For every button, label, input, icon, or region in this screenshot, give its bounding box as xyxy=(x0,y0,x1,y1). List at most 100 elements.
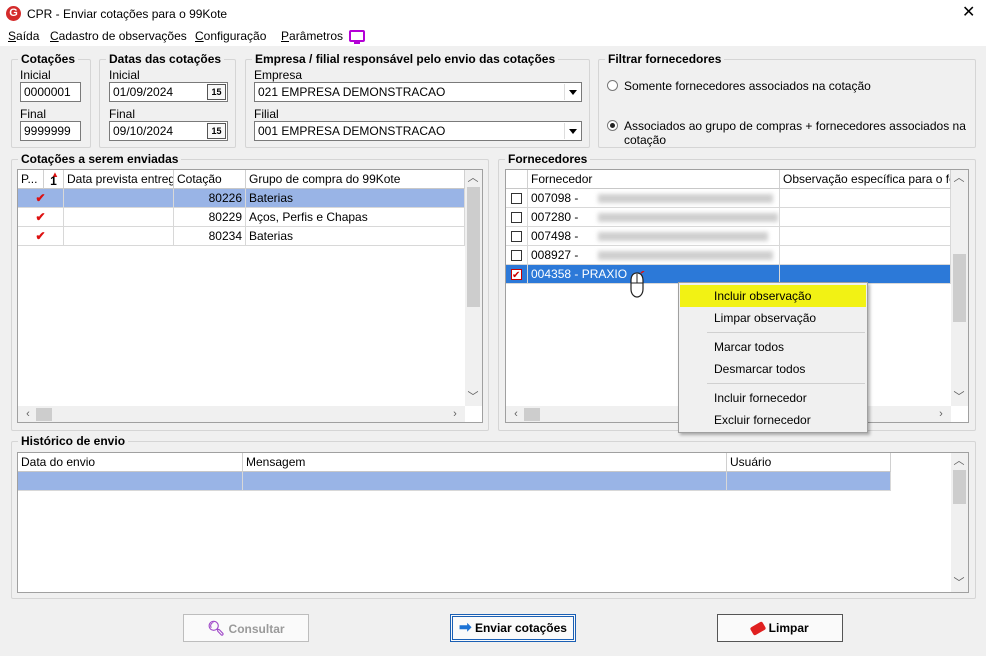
table-row[interactable]: 007280 - xyxy=(506,208,951,227)
blurred-name xyxy=(598,232,768,241)
close-icon[interactable]: ✕ xyxy=(962,4,975,22)
fornecedor-code: 004358 - xyxy=(531,267,579,281)
col-header-data-prevista[interactable]: Data prevista entrega xyxy=(64,170,174,189)
scroll-thumb[interactable] xyxy=(467,187,480,307)
ctx-limpar-observacao[interactable]: Limpar observação xyxy=(680,307,866,329)
col-header-observacao[interactable]: Observação específica para o forne xyxy=(780,170,951,189)
limpar-button[interactable]: Limpar xyxy=(717,614,843,642)
col-header-grupo[interactable]: Grupo de compra do 99Kote xyxy=(246,170,465,189)
table-row[interactable]: ✔ 80229 Aços, Perfis e Chapas xyxy=(18,208,465,227)
mouse-cursor-icon xyxy=(630,271,645,298)
row-checkbox[interactable] xyxy=(511,267,522,283)
table-row[interactable]: 007098 - xyxy=(506,189,951,208)
col-header-usuario[interactable]: Usuário xyxy=(727,453,891,472)
table-row[interactable]: ✔ 80234 Baterias xyxy=(18,227,465,246)
menu-saida[interactable]: Saída xyxy=(8,28,39,46)
ctx-separator xyxy=(707,332,865,333)
row-checkbox[interactable] xyxy=(511,212,522,223)
table-row[interactable]: 008927 - xyxy=(506,246,951,265)
vertical-scrollbar[interactable]: ︿ ﹀ xyxy=(951,170,968,406)
row-checkbox[interactable] xyxy=(511,231,522,242)
consultar-button[interactable]: 🔍︎ Consultar xyxy=(183,614,309,642)
empresa-label: Empresa xyxy=(254,68,303,82)
row-fornecedor: 007498 - xyxy=(528,227,780,246)
window-title: CPR - Enviar cotações para o 99Kote xyxy=(27,7,228,21)
menu-configuracao[interactable]: Configuração xyxy=(195,28,266,46)
scroll-right-icon[interactable]: › xyxy=(933,406,949,422)
ctx-incluir-observacao[interactable]: Incluir observação xyxy=(680,285,866,307)
scroll-up-icon[interactable]: ︿ xyxy=(951,453,967,469)
row-checkbox-cell[interactable] xyxy=(506,246,528,265)
vertical-scrollbar[interactable]: ︿ ﹀ xyxy=(465,170,482,406)
scroll-thumb[interactable] xyxy=(524,408,540,421)
data-inicial-label: Inicial xyxy=(109,68,140,82)
table-row[interactable] xyxy=(18,472,891,491)
scroll-up-icon[interactable]: ︿ xyxy=(951,170,967,186)
scroll-thumb[interactable] xyxy=(36,408,52,421)
blurred-name xyxy=(598,213,778,222)
scroll-left-icon[interactable]: ‹ xyxy=(508,406,524,422)
chevron-down-icon[interactable] xyxy=(564,123,580,139)
data-final-label: Final xyxy=(109,107,136,121)
col-header-check[interactable] xyxy=(506,170,528,189)
empresa-select[interactable]: 021 EMPRESA DEMONSTRACAO xyxy=(254,82,582,102)
col-header-p[interactable]: P... xyxy=(18,170,44,189)
table-row[interactable]: 007498 - xyxy=(506,227,951,246)
row-checkbox[interactable] xyxy=(511,193,522,204)
datas-group-title: Datas das cotações xyxy=(106,52,225,66)
radio-associados-grupo-label[interactable]: Associados ao grupo de compras + fornece… xyxy=(624,119,986,147)
col-header-mensagem[interactable]: Mensagem xyxy=(243,453,727,472)
col-header-data-envio[interactable]: Data do envio xyxy=(18,453,243,472)
radio-somente-fornecedores-label[interactable]: Somente fornecedores associados na cotaç… xyxy=(624,79,871,93)
row-checkbox-cell[interactable] xyxy=(506,208,528,227)
scroll-thumb[interactable] xyxy=(953,470,966,504)
row-data-prevista xyxy=(64,227,174,246)
cotacao-inicial-input[interactable]: 0000001 xyxy=(20,82,81,102)
col-header-cotacao[interactable]: Cotação xyxy=(174,170,246,189)
calendar-icon[interactable]: 15 xyxy=(207,123,226,139)
row-checkbox-cell[interactable] xyxy=(506,265,528,284)
menu-parametros[interactable]: Parâmetros xyxy=(281,28,343,46)
chevron-down-icon[interactable] xyxy=(564,84,580,100)
fornecedor-code: 007098 - xyxy=(531,191,579,205)
menu-cadastro-observacoes[interactable]: Cadastro de observações xyxy=(50,28,187,46)
scroll-down-icon[interactable]: ﹀ xyxy=(951,575,967,591)
fornecedor-code: 007280 - xyxy=(531,210,579,224)
ctx-desmarcar-todos[interactable]: Desmarcar todos xyxy=(680,358,866,380)
scroll-left-icon[interactable]: ‹ xyxy=(20,406,36,422)
consultar-label: Consultar xyxy=(228,622,285,636)
calendar-icon[interactable]: 15 xyxy=(207,84,226,100)
ctx-excluir-fornecedor[interactable]: Excluir fornecedor xyxy=(680,409,866,431)
scroll-right-icon[interactable]: › xyxy=(447,406,463,422)
scroll-thumb[interactable] xyxy=(953,254,966,322)
row-checkbox-cell[interactable] xyxy=(506,227,528,246)
table-row[interactable]: ✔ 80226 Baterias xyxy=(18,189,465,208)
scroll-down-icon[interactable]: ﹀ xyxy=(465,389,481,405)
row-checkbox[interactable] xyxy=(511,250,522,261)
row-observacao xyxy=(780,246,951,265)
row-checkbox-cell[interactable] xyxy=(506,189,528,208)
ctx-marcar-todos[interactable]: Marcar todos xyxy=(680,336,866,358)
radio-associados-grupo[interactable] xyxy=(607,120,618,131)
filial-value: 001 EMPRESA DEMONSTRACAO xyxy=(258,124,446,138)
fornecedor-name: PRAXIO xyxy=(581,267,628,281)
row-check[interactable]: ✔ xyxy=(18,208,64,227)
enviar-cotacoes-button[interactable]: ➡ Enviar cotações xyxy=(450,614,576,642)
scroll-down-icon[interactable]: ﹀ xyxy=(951,389,967,405)
horizontal-scrollbar[interactable]: ‹ › xyxy=(18,406,465,422)
col-header-sort[interactable]: ▲ 1 xyxy=(44,170,64,189)
cotacao-final-input[interactable]: 9999999 xyxy=(20,121,81,141)
col-header-fornecedor[interactable]: Fornecedor xyxy=(528,170,780,189)
filial-select[interactable]: 001 EMPRESA DEMONSTRACAO xyxy=(254,121,582,141)
context-menu: Incluir observação Limpar observação Mar… xyxy=(678,282,868,433)
monitor-icon[interactable] xyxy=(349,30,365,44)
ctx-incluir-fornecedor[interactable]: Incluir fornecedor xyxy=(680,387,866,409)
vertical-scrollbar[interactable]: ︿ ﹀ xyxy=(951,453,968,592)
row-data-envio xyxy=(18,472,243,491)
scroll-up-icon[interactable]: ︿ xyxy=(465,170,481,186)
empresa-group-title: Empresa / filial responsável pelo envio … xyxy=(252,52,559,66)
row-check[interactable]: ✔ xyxy=(18,227,64,246)
row-grupo: Aços, Perfis e Chapas xyxy=(246,208,465,227)
radio-somente-fornecedores[interactable] xyxy=(607,80,618,91)
row-check[interactable]: ✔ xyxy=(18,189,64,208)
